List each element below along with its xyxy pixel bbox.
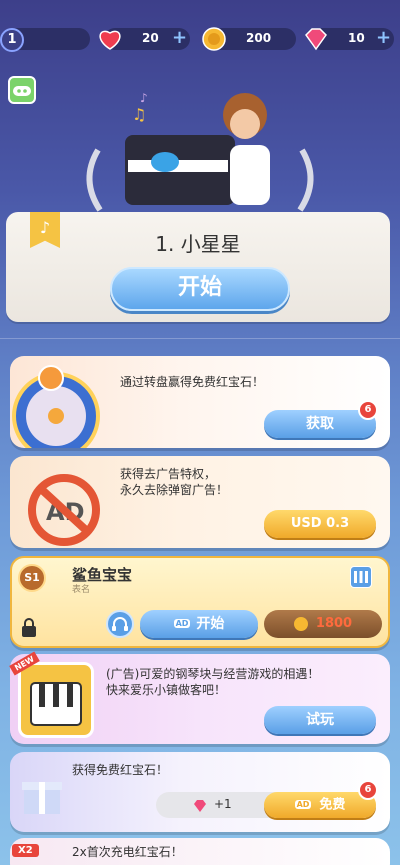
- song-card: ♪ 1. 小星星 开始: [6, 212, 390, 322]
- no-ads-icon: AD: [24, 470, 104, 550]
- svg-text:♪: ♪: [140, 91, 148, 105]
- svg-text:♫: ♫: [132, 105, 146, 124]
- wheel-card: 通过转盘赢得免费红宝石！ 获取 6: [10, 356, 390, 460]
- promo-line1: (广告)可爱的钢琴块与经营游戏的相遇！: [106, 667, 320, 681]
- add-hearts-button[interactable]: +: [172, 27, 187, 48]
- free-gems-card: 获得免费红宝石！ +1 AD 免费 6: [10, 752, 390, 832]
- song-row-start-label: 开始: [196, 616, 225, 632]
- free-gems-button-label: 免费: [319, 797, 346, 813]
- song-row-start-button[interactable]: AD 开始: [140, 610, 258, 638]
- wheel-text: 通过转盘赢得免费红宝石！: [120, 375, 265, 389]
- coin-icon: [200, 25, 228, 53]
- section-divider: [0, 338, 400, 339]
- song-title: 1. 小星星: [155, 232, 241, 256]
- buy-song-button[interactable]: 1800: [264, 610, 382, 638]
- pianist-illustration: ♫ ♪: [70, 90, 330, 220]
- coins-count: 200: [246, 31, 272, 45]
- notification-badge: 6: [358, 400, 378, 420]
- song-row-card: S1 鲨鱼宝宝 表名 AD 开始 1800: [10, 556, 390, 648]
- coin-small-icon: [293, 616, 308, 631]
- promo-card: NEW (广告)可爱的钢琴块与经营游戏的相遇！ 快来爱乐小镇做客吧！ 试玩: [9, 651, 390, 744]
- double-gems-text: 2x首次充电红宝石！: [72, 845, 183, 859]
- rank-badge: S1: [18, 564, 46, 592]
- piano-app-icon: [18, 662, 94, 738]
- start-button[interactable]: 开始: [110, 267, 290, 311]
- remove-ads-card: AD 获得去广告特权， 永久去除弹窗广告！ USD 0.3: [10, 456, 390, 548]
- buy-remove-ads-button[interactable]: USD 0.3: [264, 510, 376, 538]
- ad-tag: AD: [173, 619, 191, 628]
- hearts-count: 20: [142, 31, 159, 45]
- x2-tag: X2: [12, 844, 39, 857]
- remove-ads-line1: 获得去广告特权，: [120, 467, 217, 481]
- lock-icon: [20, 618, 38, 642]
- promo-line2: 快来爱乐小镇做客吧！: [106, 683, 227, 697]
- piano-keys-icon[interactable]: [350, 566, 372, 588]
- prize-wheel-icon: [6, 364, 116, 460]
- notification-badge-2: 6: [358, 780, 378, 800]
- gem-reward-amount: +1: [214, 797, 232, 811]
- small-gem-icon: [192, 798, 208, 817]
- headphones-icon[interactable]: [106, 610, 134, 638]
- ad-tag-2: AD: [294, 800, 312, 809]
- remove-ads-line2: 永久去除弹窗广告！: [120, 483, 229, 497]
- try-play-button[interactable]: 试玩: [264, 706, 376, 734]
- free-gems-text: 获得免费红宝石！: [72, 763, 169, 777]
- gem-icon: [302, 25, 330, 53]
- gift-box-icon: [18, 770, 66, 822]
- top-status-bar: 1 20 + 200 10 +: [0, 0, 400, 56]
- double-gems-card: X2 2x首次充电红宝石！: [10, 838, 390, 865]
- level-badge[interactable]: 1: [0, 28, 24, 52]
- song-row-subtitle: 表名: [72, 585, 91, 595]
- song-price: 1800: [315, 616, 353, 631]
- add-gems-button[interactable]: +: [376, 27, 391, 48]
- gamepad-icon[interactable]: [8, 76, 36, 104]
- heart-icon: [96, 25, 124, 53]
- gems-count: 10: [348, 31, 365, 45]
